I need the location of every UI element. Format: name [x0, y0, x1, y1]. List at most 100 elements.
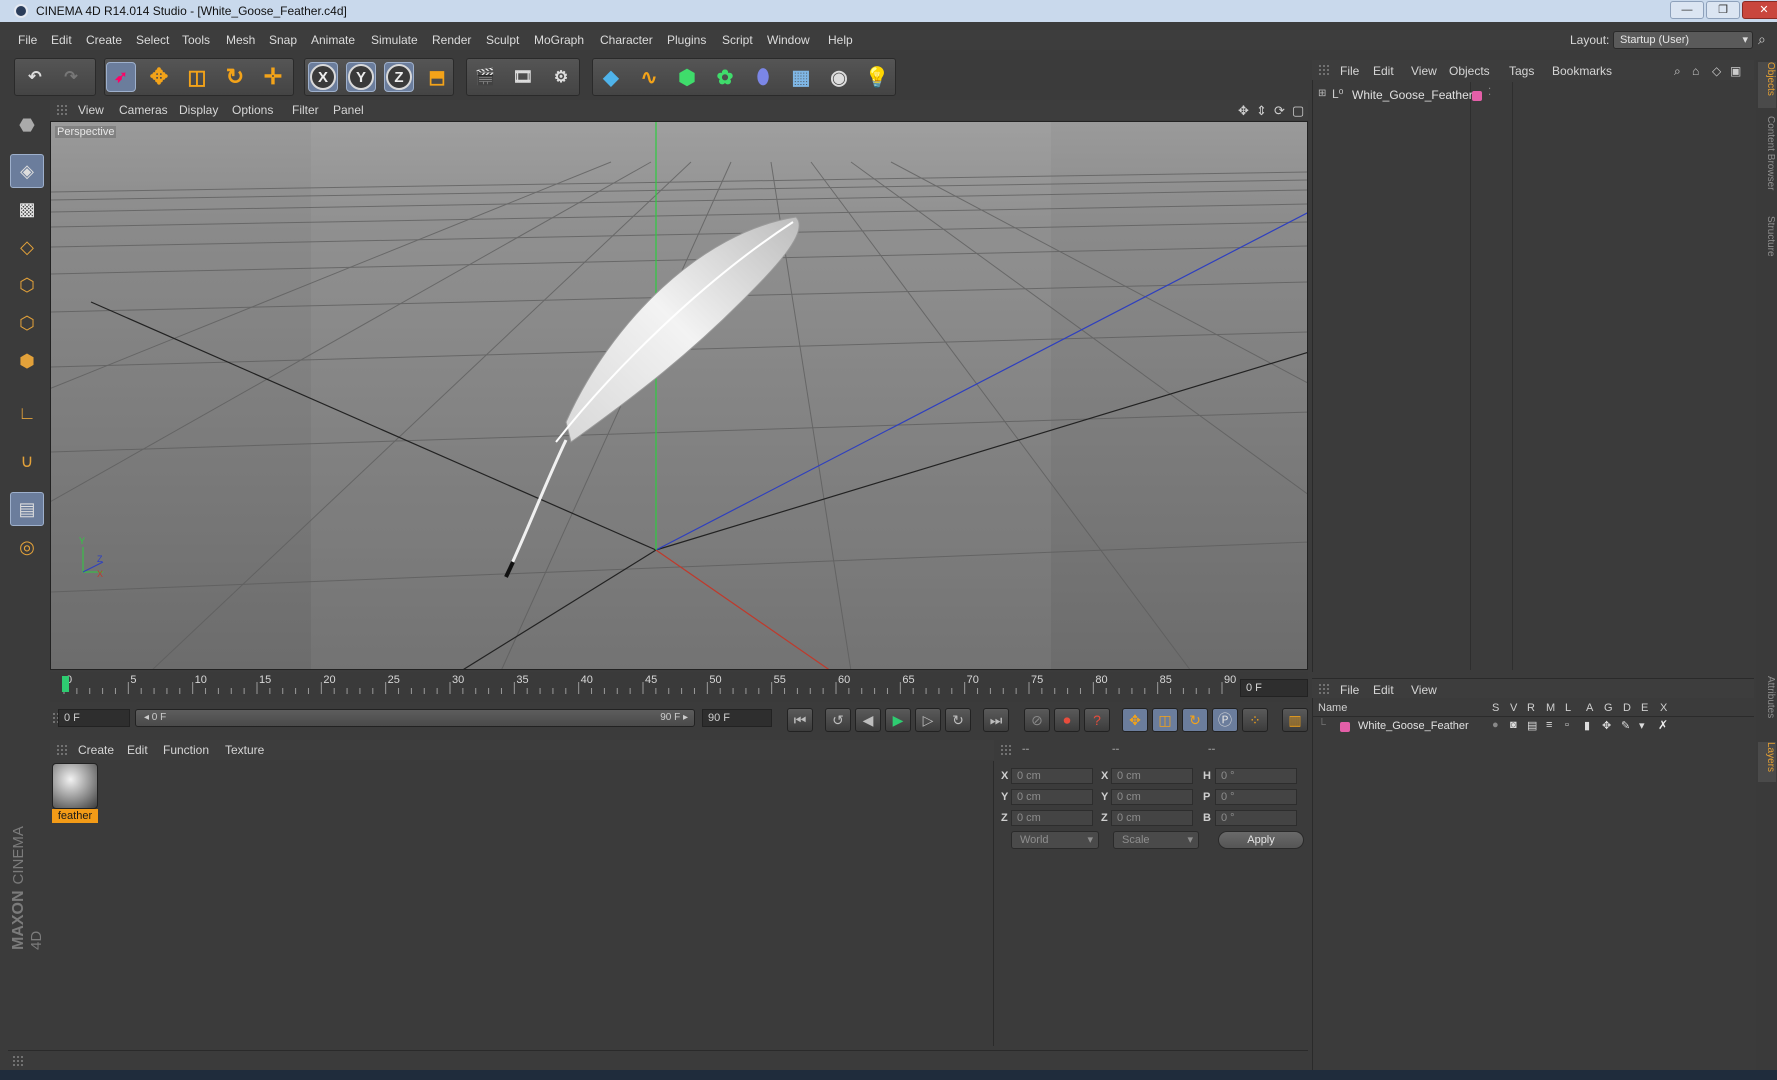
objects-menu-file[interactable]: File: [1340, 64, 1359, 78]
layers-menu-view[interactable]: View: [1411, 683, 1437, 697]
objects-menu-view[interactable]: View: [1411, 64, 1437, 78]
go-to-start-icon[interactable]: ⏮: [787, 708, 813, 732]
play-icon[interactable]: ▶: [885, 708, 911, 732]
dolly-icon[interactable]: ⇕: [1256, 103, 1267, 119]
tab-objects[interactable]: Objects: [1758, 62, 1776, 108]
go-to-end-icon[interactable]: ⏭: [983, 708, 1009, 732]
material-menu-create[interactable]: Create: [78, 743, 114, 757]
menu-help[interactable]: Help: [828, 33, 853, 47]
redo-icon[interactable]: ↷: [56, 62, 86, 92]
animation-toggle-icon[interactable]: ▮: [1584, 719, 1590, 732]
key-rotation-icon[interactable]: ↻: [1182, 708, 1208, 732]
material-menu-function[interactable]: Function: [163, 743, 209, 757]
deformer-icon[interactable]: ⬮: [748, 62, 778, 92]
pan-icon[interactable]: ✥: [1238, 103, 1249, 119]
panel-grip-icon[interactable]: [56, 104, 68, 116]
layout-select[interactable]: Startup (User): [1613, 31, 1753, 49]
end-frame-field[interactable]: 90 F: [702, 709, 772, 727]
y-axis-lock-button[interactable]: Y: [346, 62, 376, 92]
panel-grip-icon[interactable]: [12, 1055, 24, 1067]
rotate-icon[interactable]: ↻: [220, 62, 250, 92]
cloner-icon[interactable]: ✿: [710, 62, 740, 92]
x-axis-lock-button[interactable]: X: [308, 62, 338, 92]
object-row[interactable]: ⊞ L⁰ White_Goose_Feather ⁚: [1312, 86, 1754, 104]
current-frame-field[interactable]: 0 F: [1240, 679, 1308, 697]
menu-mesh[interactable]: Mesh: [226, 33, 255, 47]
floor-icon[interactable]: ▦: [786, 62, 816, 92]
workplane-mode-icon[interactable]: ◇: [10, 230, 44, 264]
search-icon[interactable]: ⌕: [1674, 64, 1681, 79]
objects-menu-bookmarks[interactable]: Bookmarks: [1552, 64, 1612, 78]
next-frame-icon[interactable]: ▷: [915, 708, 941, 732]
recent-tool-icon[interactable]: ✛: [258, 62, 288, 92]
orbit-icon[interactable]: ⟳: [1274, 103, 1285, 119]
size-y-field[interactable]: 0 cm: [1111, 789, 1193, 805]
viewport-menu-cameras[interactable]: Cameras: [119, 103, 168, 117]
apply-button[interactable]: Apply: [1218, 831, 1304, 849]
model-mode-icon[interactable]: ◈: [10, 154, 44, 188]
minimize-button[interactable]: —: [1670, 1, 1704, 19]
coordinate-system-icon[interactable]: ⬒: [422, 62, 452, 92]
locked-workplane-icon[interactable]: ◎: [10, 530, 44, 564]
objects-menu-edit[interactable]: Edit: [1373, 64, 1394, 78]
layer-color-icon[interactable]: [1340, 722, 1350, 732]
timeline-window-icon[interactable]: ▥: [1282, 708, 1308, 732]
menu-simulate[interactable]: Simulate: [371, 33, 418, 47]
expand-icon[interactable]: ⊞: [1318, 88, 1326, 99]
panel-grip-icon[interactable]: [1000, 744, 1012, 756]
menu-character[interactable]: Character: [600, 33, 653, 47]
autokey-icon[interactable]: ⏺: [1054, 708, 1080, 732]
viewport-menu-view[interactable]: View: [78, 103, 104, 117]
menu-script[interactable]: Script: [722, 33, 753, 47]
menu-window[interactable]: Window: [767, 33, 810, 47]
points-mode-icon[interactable]: ⬡: [10, 268, 44, 302]
back-icon[interactable]: ◇: [1712, 64, 1721, 78]
coordinate-mode-select[interactable]: World: [1011, 831, 1099, 849]
viewport-menu-display[interactable]: Display: [179, 103, 218, 117]
position-x-field[interactable]: 0 cm: [1011, 768, 1093, 784]
previous-frame-icon[interactable]: ◀: [855, 708, 881, 732]
position-z-field[interactable]: 0 cm: [1011, 810, 1093, 826]
rotation-p-field[interactable]: 0 °: [1215, 789, 1297, 805]
panel-grip-icon[interactable]: [1318, 683, 1330, 695]
menu-render[interactable]: Render: [432, 33, 471, 47]
menu-edit[interactable]: Edit: [51, 33, 72, 47]
object-name[interactable]: White_Goose_Feather: [1352, 88, 1473, 102]
next-key-icon[interactable]: ↻: [945, 708, 971, 732]
live-selection-icon[interactable]: ➶: [106, 62, 136, 92]
edges-mode-icon[interactable]: ⬡: [10, 306, 44, 340]
xref-toggle-icon[interactable]: ✗: [1658, 718, 1668, 732]
close-button[interactable]: ✕: [1742, 1, 1777, 19]
deformers-toggle-icon[interactable]: ✎: [1621, 719, 1630, 732]
layers-menu-file[interactable]: File: [1340, 683, 1359, 697]
start-frame-field[interactable]: 0 F: [58, 709, 130, 727]
record-keys-icon[interactable]: ⊘: [1024, 708, 1050, 732]
keyframe-selection-icon[interactable]: ?: [1084, 708, 1110, 732]
camera-icon[interactable]: ◉: [824, 62, 854, 92]
polygons-mode-icon[interactable]: ⬢: [10, 344, 44, 378]
generators-toggle-icon[interactable]: ✥: [1602, 719, 1611, 732]
menu-create[interactable]: Create: [86, 33, 122, 47]
solo-toggle-icon[interactable]: ●: [1492, 719, 1499, 731]
viewport-menu-options[interactable]: Options: [232, 103, 273, 117]
key-point-level-icon[interactable]: ⁘: [1242, 708, 1268, 732]
new-view-icon[interactable]: ▣: [1730, 64, 1741, 78]
size-x-field[interactable]: 0 cm: [1111, 768, 1193, 784]
previous-key-icon[interactable]: ↺: [825, 708, 851, 732]
tab-layers[interactable]: Layers: [1758, 742, 1776, 782]
panel-grip-icon[interactable]: [56, 744, 68, 756]
view-toggle-icon[interactable]: ◙: [1510, 719, 1517, 731]
menu-snap[interactable]: Snap: [269, 33, 297, 47]
layers-menu-edit[interactable]: Edit: [1373, 683, 1394, 697]
size-mode-select[interactable]: Scale: [1113, 831, 1199, 849]
key-parameter-icon[interactable]: Ⓟ: [1212, 708, 1238, 732]
perspective-viewport[interactable]: Y Z X: [50, 121, 1308, 670]
subdivision-surface-icon[interactable]: ⬢: [672, 62, 702, 92]
menu-tools[interactable]: Tools: [182, 33, 210, 47]
menu-plugins[interactable]: Plugins: [667, 33, 706, 47]
cube-icon[interactable]: ◆: [596, 62, 626, 92]
tweak-mode-icon[interactable]: ∪: [10, 444, 44, 478]
tab-content-browser[interactable]: Content Browser: [1758, 116, 1776, 206]
material-menu-texture[interactable]: Texture: [225, 743, 264, 757]
menu-sculpt[interactable]: Sculpt: [486, 33, 519, 47]
